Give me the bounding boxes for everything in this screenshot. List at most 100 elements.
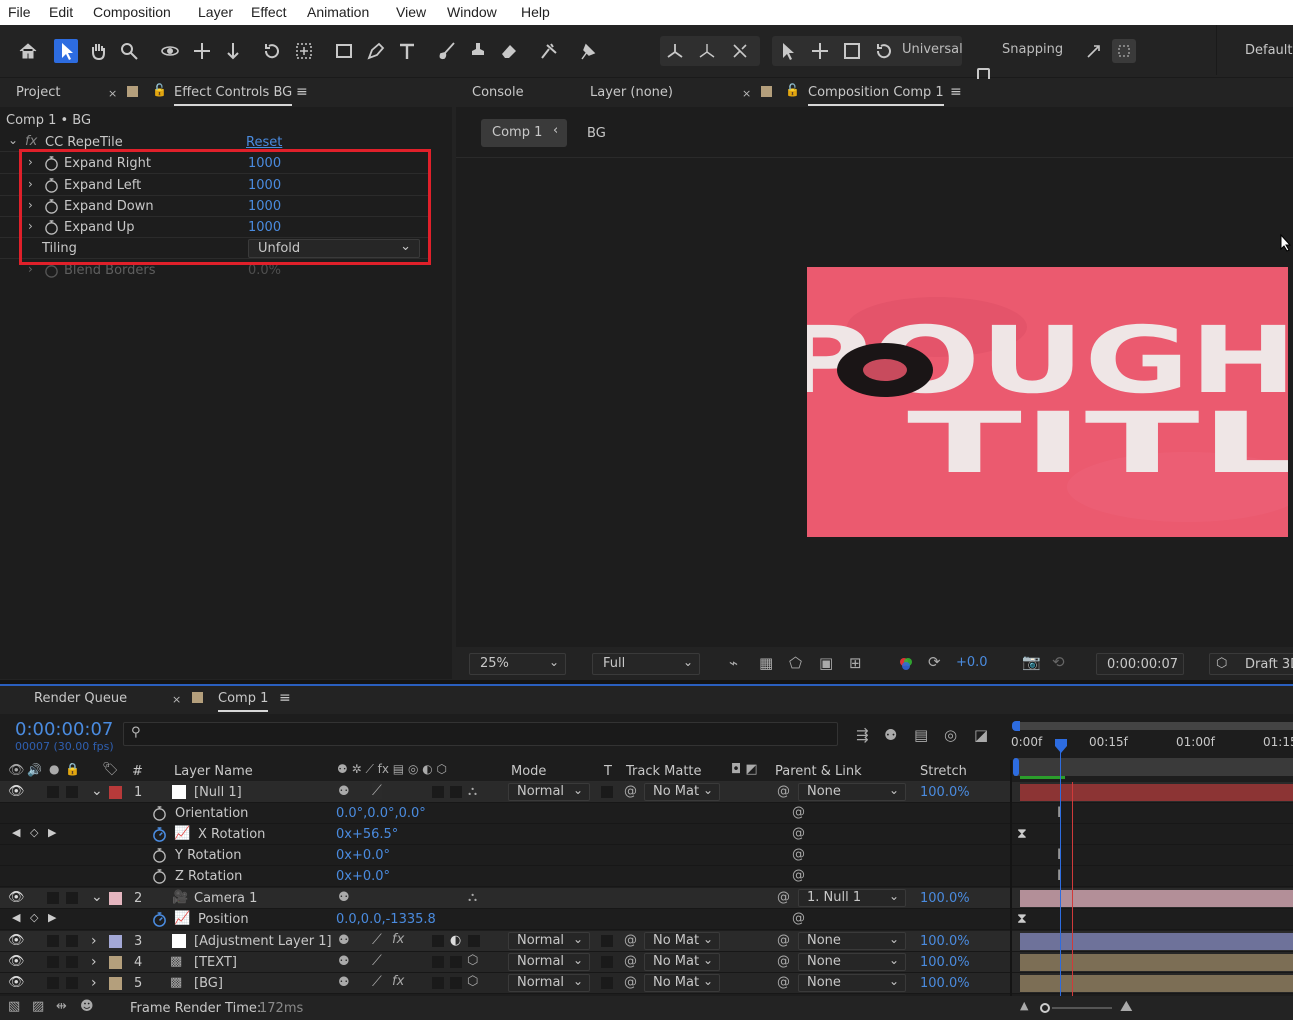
world-axis-icon[interactable] [695,39,719,63]
eye-icon[interactable]: 👁 [8,933,25,948]
eye-icon[interactable]: 👁 [8,784,25,799]
col-layer-name[interactable]: Layer Name [174,764,253,779]
add-keyframe-icon[interactable]: ◇ [30,826,38,839]
work-area-bar[interactable] [1014,722,1293,730]
reset-exposure-icon[interactable]: ⟳ [928,653,941,671]
layer-color-label[interactable] [109,977,122,990]
mode-dropdown[interactable]: Normal ⌄ [508,953,590,971]
scale-gizmo-icon[interactable] [840,39,864,63]
current-time[interactable]: 0:00:00:07 [15,719,113,740]
lock-icon[interactable]: 🔓 [785,83,800,97]
region-of-interest-icon[interactable]: ▣ [819,654,833,672]
chevron-right-icon[interactable]: › [91,933,97,949]
next-keyframe-icon[interactable]: ▶ [48,826,56,839]
close-icon[interactable]: × [742,87,751,100]
layer-row[interactable]: 👁 ⌄ 2 🎥 Camera 1 ⚉ ⛬ @ 1. Null 1 ⌄ 100.0% [0,888,1293,909]
speaker-icon[interactable]: 🔊 [27,763,42,777]
layer-name[interactable]: [Adjustment Layer 1] [194,934,332,949]
puppet-pin-icon[interactable] [576,39,600,63]
frame-blending-icon[interactable]: ▤ [914,726,928,744]
parent-dropdown[interactable]: None ⌄ [798,783,906,801]
property-value[interactable]: 0.0,0.0,-1335.8 [336,912,436,927]
playhead-icon[interactable] [1053,738,1069,754]
snap-extend-icon[interactable] [1112,39,1136,63]
graph-editor-icon[interactable]: ◪ [974,726,988,744]
lock-box[interactable] [66,935,78,947]
switch-box[interactable] [468,935,480,947]
stretch-value[interactable]: 100.0% [920,934,970,949]
chevron-right-icon[interactable]: › [91,975,97,991]
property-value[interactable]: 0.0°,0.0°,0.0° [336,806,426,821]
parent-dropdown[interactable]: None ⌄ [798,974,906,992]
quality-switch-icon[interactable]: ⟋ [372,953,382,969]
expression-pickwhip-icon[interactable]: @ [792,911,805,926]
tab-comp[interactable]: Comp 1 [218,691,269,712]
stopwatch-active-icon[interactable] [152,912,167,927]
shy-switch-icon[interactable]: ⚉ [338,954,350,969]
pickwhip-icon[interactable]: @ [624,933,637,948]
eye-icon[interactable]: 👁 [8,763,25,778]
shy-switch-icon[interactable]: ⚉ [338,890,350,905]
lock-box[interactable] [66,786,78,798]
label-tag-icon[interactable]: 🏷 [102,762,119,777]
close-icon[interactable]: × [108,87,117,100]
chevron-down-icon[interactable]: ⌄ [8,133,18,147]
graph-icon[interactable]: 📈 [174,911,190,926]
zoom-slider-track[interactable] [1052,1007,1112,1009]
brush-tool-icon[interactable] [435,39,459,63]
3d-layer-icon[interactable]: ⬡ [467,953,478,968]
lock-icon[interactable]: 🔓 [152,83,167,97]
mode-dropdown[interactable]: Normal ⌄ [508,783,590,801]
stopwatch-icon[interactable] [152,848,167,863]
layer-color-label[interactable] [109,935,122,948]
parent-pickwhip-icon[interactable]: @ [777,890,790,905]
transfer-controls-toggle-icon[interactable]: ▨ [32,999,44,1014]
roto-brush-icon[interactable] [537,39,561,63]
comp-flowchart-icon[interactable]: ⇶ [856,726,869,744]
shy-switch-icon[interactable]: ⚉ [338,933,350,948]
stretch-value[interactable]: 100.0% [920,976,970,991]
layer-name[interactable]: [Null 1] [194,785,242,800]
pen-tool-icon[interactable] [364,39,388,63]
rectangle-tool-icon[interactable] [332,39,356,63]
stopwatch-icon[interactable] [152,806,167,821]
menu-layer[interactable]: Layer [198,4,233,20]
dolly-camera-icon[interactable] [221,39,245,63]
menu-edit[interactable]: Edit [49,4,73,20]
stopwatch-active-icon[interactable] [152,827,167,842]
keyframe-icon[interactable]: ⧗ [1017,911,1027,927]
parent-dropdown[interactable]: None ⌄ [798,932,906,950]
expression-pickwhip-icon[interactable]: @ [792,826,805,841]
mode-dropdown[interactable]: Normal ⌄ [508,932,590,950]
anchor-tool-icon[interactable] [292,39,316,63]
motion-blur-icon[interactable]: ◎ [944,726,957,744]
parent-pickwhip-icon[interactable]: @ [777,954,790,969]
panel-menu-icon[interactable]: ≡ [296,84,308,100]
layer-row[interactable]: 👁 › 4 ▩ [TEXT] ⚉ ⟋ ⬡ Normal ⌄ @ No Mat ⌄ @… [0,952,1293,973]
layer-search-input[interactable]: ⚲ [123,722,838,746]
solo-box[interactable] [47,977,59,989]
universal-label[interactable]: Universal [902,42,963,57]
menu-composition[interactable]: Composition [93,4,171,20]
switch-box[interactable] [432,786,444,798]
eye-icon[interactable]: 👁 [8,890,25,905]
shy-switch-icon[interactable]: ⚉ [338,784,350,799]
switch-box[interactable] [432,977,444,989]
layer-switches-toggle-icon[interactable]: ▧ [8,999,20,1014]
pickwhip-icon[interactable]: @ [624,784,637,799]
quality-switch-icon[interactable]: ⟋ [372,974,382,990]
show-snapshot-icon[interactable]: ⟲ [1052,653,1065,671]
preserve-transparency-box[interactable] [601,786,613,798]
track-matte-dropdown[interactable]: No Mat ⌄ [644,974,720,992]
lock-box[interactable] [66,956,78,968]
navigator-start-handle[interactable] [1013,758,1019,776]
expression-pickwhip-icon[interactable]: @ [792,868,805,883]
grid-guides-icon[interactable]: ⊞ [849,654,862,672]
in-out-toggle-icon[interactable]: ⇹ [56,999,67,1014]
track-matte-dropdown[interactable]: No Mat ⌄ [644,783,720,801]
quality-switch-icon[interactable]: ⟋ [372,783,382,799]
shy-switch-icon[interactable]: ⚉ [338,975,350,990]
layer-name[interactable]: Camera 1 [194,891,257,906]
eye-icon[interactable]: 👁 [8,954,25,969]
layer-name[interactable]: [TEXT] [194,955,237,970]
